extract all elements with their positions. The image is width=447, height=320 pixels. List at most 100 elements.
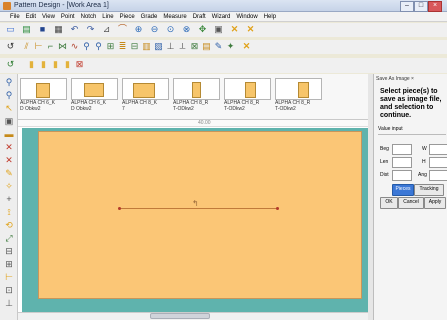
zoom-fit-icon[interactable]: ⊙ [165, 24, 176, 35]
grade-icon[interactable]: ⫽ [21, 41, 32, 52]
pencil-icon[interactable]: ✎ [3, 167, 15, 179]
grain-line[interactable] [120, 208, 278, 209]
fold-tool-icon[interactable]: ⤢ [3, 232, 15, 244]
grain-point-end[interactable] [276, 207, 279, 210]
tool7-icon[interactable]: ⟂ [177, 41, 188, 52]
zoom-out-icon[interactable]: ⊖ [149, 24, 160, 35]
dist-field[interactable] [392, 170, 412, 181]
piece-thumbnail[interactable]: ALPHA CH 8_R T-ODkw2 [273, 76, 322, 118]
menu-line[interactable]: Line [99, 12, 116, 22]
ang-field[interactable] [429, 170, 447, 181]
piece3-icon[interactable]: ▮ [38, 59, 49, 70]
menu-measure[interactable]: Measure [160, 12, 189, 22]
tool-b-icon[interactable]: ⊞ [3, 258, 15, 270]
arc-icon[interactable]: ⌒ [117, 24, 128, 35]
menu-file[interactable]: File [0, 12, 23, 22]
select-icon[interactable]: ▣ [213, 24, 224, 35]
piece4-icon[interactable]: ▮ [50, 59, 61, 70]
tool5-icon[interactable]: ▧ [153, 41, 164, 52]
zoom-area-icon[interactable]: ⊗ [181, 24, 192, 35]
zoom-icon[interactable]: ⚲ [3, 76, 15, 88]
tool-a-icon[interactable]: ⊟ [3, 245, 15, 257]
delete-icon[interactable]: ✕ [3, 141, 15, 153]
cancel-button[interactable]: Cancel [398, 197, 424, 209]
new-icon[interactable]: ▭ [5, 24, 16, 35]
mirror-icon[interactable]: ⋈ [57, 41, 68, 52]
h-field[interactable] [429, 157, 447, 168]
menu-wizard[interactable]: Wizard [209, 12, 234, 22]
piece-thumbnail[interactable]: ALPHA CH 8_R T-ODkw2 [222, 76, 271, 118]
minimize-button[interactable]: – [400, 1, 414, 12]
beg-field[interactable] [392, 144, 412, 155]
field-label: Len [380, 159, 389, 165]
add-point-icon[interactable]: + [3, 193, 15, 205]
close-button[interactable]: × [428, 1, 442, 12]
pieces-button[interactable]: Pieces [392, 184, 414, 196]
menu-view[interactable]: View [39, 12, 58, 22]
piece-icon[interactable]: ↺ [5, 59, 16, 70]
piece5-icon[interactable]: ▮ [62, 59, 73, 70]
scroll-thumb[interactable] [150, 313, 210, 319]
apply-button[interactable]: Apply [424, 197, 446, 209]
menu-grade[interactable]: Grade [138, 12, 161, 22]
open-icon[interactable]: ▤ [21, 24, 32, 35]
notch-icon[interactable]: ⊢ [33, 41, 44, 52]
menu-notch[interactable]: Notch [78, 12, 100, 22]
save-icon[interactable]: ■ [37, 24, 48, 35]
zoom-in-icon[interactable]: ⊕ [133, 24, 144, 35]
tool4-icon[interactable]: ▥ [141, 41, 152, 52]
undo-icon[interactable]: ↺ [5, 41, 16, 52]
tracking-button[interactable]: Tracking [414, 184, 444, 196]
menu-window[interactable]: Window [233, 12, 260, 22]
tool8-icon[interactable]: ⊠ [189, 41, 200, 52]
menu-help[interactable]: Help [261, 12, 279, 22]
grain-point-start[interactable] [118, 207, 121, 210]
cut-icon[interactable]: ✕ [3, 154, 15, 166]
ruler-icon[interactable]: ▬ [3, 128, 15, 140]
w-field[interactable] [429, 144, 447, 155]
tool-e-icon[interactable]: ⊥ [3, 297, 15, 309]
measure-icon[interactable]: ⊿ [101, 24, 112, 35]
menu-point[interactable]: Point [58, 12, 78, 22]
close-x2-icon[interactable]: ✕ [245, 24, 256, 35]
menu-piece[interactable]: Piece [117, 12, 138, 22]
panel-tab[interactable]: Save As Image × [376, 76, 414, 82]
tool3-icon[interactable]: ⊟ [129, 41, 140, 52]
pan-icon[interactable]: ✥ [197, 24, 208, 35]
menu-edit[interactable]: Edit [23, 12, 39, 22]
line-tool-icon[interactable]: ▣ [3, 115, 15, 127]
search-icon[interactable]: ⚲ [81, 41, 92, 52]
tool9-icon[interactable]: ▤ [201, 41, 212, 52]
piece-thumbnail[interactable]: ALPHA CH 6_K D Obkw2 [18, 76, 67, 118]
menu-draft[interactable]: Draft [190, 12, 209, 22]
maximize-button[interactable]: □ [414, 1, 428, 12]
curve-icon[interactable]: ∿ [69, 41, 80, 52]
close-x-icon[interactable]: ✕ [229, 24, 240, 35]
zoom-out-icon[interactable]: ⚲ [3, 89, 15, 101]
close-x-icon[interactable]: ✕ [241, 41, 252, 52]
delete-piece-icon[interactable]: ⊠ [74, 59, 85, 70]
tool11-icon[interactable]: ✦ [225, 41, 236, 52]
tool10-icon[interactable]: ✎ [213, 41, 224, 52]
redo-icon[interactable]: ↷ [85, 24, 96, 35]
notch-tool-icon[interactable]: ⟟ [3, 206, 15, 218]
tool-icon[interactable]: ⊞ [105, 41, 116, 52]
fold-icon[interactable]: ⌐ [45, 41, 56, 52]
tool2-icon[interactable]: ≣ [117, 41, 128, 52]
search-plus-icon[interactable]: ⚲ [93, 41, 104, 52]
ok-button[interactable]: OK [380, 197, 398, 209]
tool-d-icon[interactable]: ⊡ [3, 284, 15, 296]
pointer-icon[interactable]: ↖ [3, 102, 15, 114]
tool-c-icon[interactable]: ⊢ [3, 271, 15, 283]
len-field[interactable] [392, 157, 412, 168]
point-icon[interactable]: ✧ [3, 180, 15, 192]
undo-icon[interactable]: ↶ [69, 24, 80, 35]
tool6-icon[interactable]: ⊥ [165, 41, 176, 52]
piece-thumbnail[interactable]: ALPHA CH 8_K 7 [120, 76, 169, 118]
pattern-piece[interactable] [38, 131, 362, 299]
piece-thumbnail[interactable]: ALPHA CH 6_K D Obkw2 [69, 76, 118, 118]
piece2-icon[interactable]: ▮ [26, 59, 37, 70]
rotate-icon[interactable]: ⟲ [3, 219, 15, 231]
print-icon[interactable]: ▦ [53, 24, 64, 35]
piece-thumbnail[interactable]: ALPHA CH 8_R T-ODkw2 [171, 76, 220, 118]
